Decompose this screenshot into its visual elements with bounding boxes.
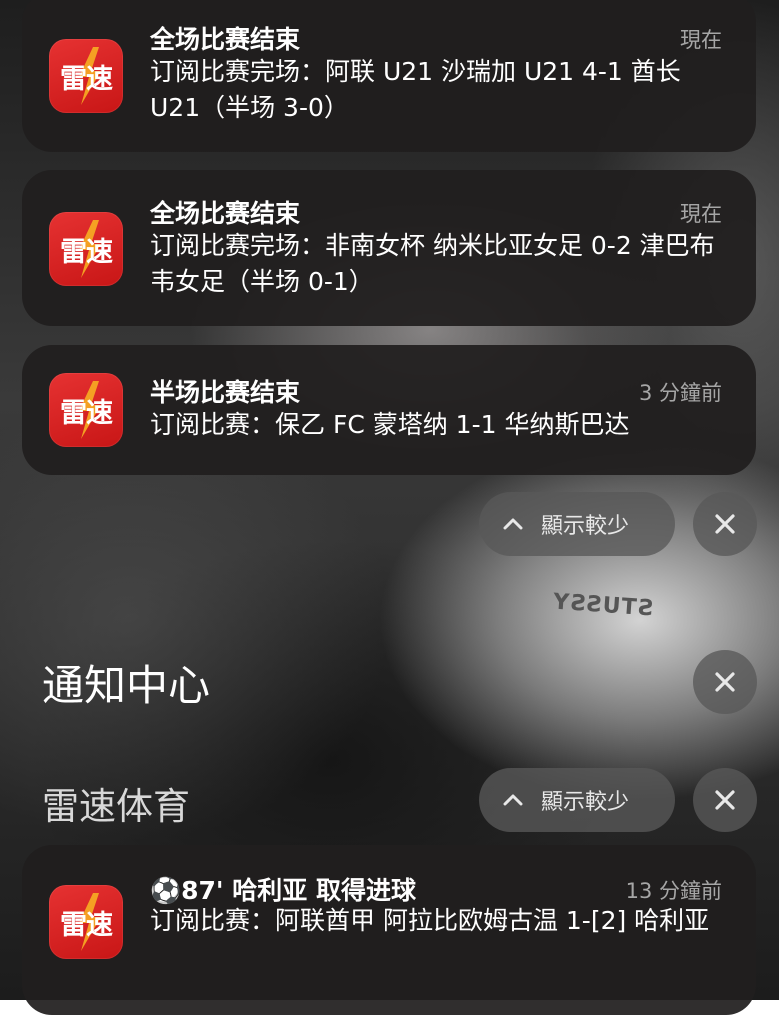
app-icon-label: 雷速 bbox=[60, 236, 113, 268]
leisu-app-icon: 雷速 bbox=[49, 885, 123, 959]
leisu-app-icon: 雷速 bbox=[49, 39, 123, 113]
leisu-app-icon: 雷速 bbox=[49, 212, 123, 286]
notification-time: 現在 bbox=[680, 28, 722, 52]
notification-center-title: 通知中心 bbox=[42, 661, 211, 710]
notification-title: 全场比赛结束 bbox=[150, 25, 301, 54]
show-less-label: 顯示較少 bbox=[541, 514, 630, 539]
app-group-title: 雷速体育 bbox=[42, 785, 190, 828]
app-icon-label: 雷速 bbox=[60, 909, 113, 941]
show-less-label: 顯示較少 bbox=[541, 790, 630, 815]
notification-card[interactable]: 雷速 全场比赛结束 現在 订阅比赛完场：阿联 U21 沙瑞加 U21 4-1 酋… bbox=[22, 0, 756, 152]
show-less-button[interactable]: 顯示較少 bbox=[479, 492, 675, 556]
notification-title: 全场比赛结束 bbox=[150, 199, 301, 228]
notification-body: 订阅比赛完场：阿联 U21 沙瑞加 U21 4-1 酋长 U21（半场 3-0） bbox=[150, 57, 681, 122]
notification-body: 订阅比赛：保乙 FC 蒙塔纳 1-1 华纳斯巴达 bbox=[150, 410, 630, 439]
chevron-up-icon bbox=[503, 518, 523, 530]
notification-time: 3 分鐘前 bbox=[638, 381, 722, 405]
clear-group-button[interactable] bbox=[693, 492, 757, 556]
notification-card[interactable]: 雷速 ⚽87' 哈利亚 取得进球 13 分鐘前 订阅比赛：阿联酋甲 阿拉比欧姆古… bbox=[22, 845, 756, 1015]
notification-title: ⚽87' 哈利亚 取得进球 bbox=[150, 876, 416, 905]
notification-body: 订阅比赛：阿联酋甲 阿拉比欧姆古温 1-[2] 哈利亚 bbox=[150, 906, 710, 935]
notification-body: 订阅比赛完场：非南女杯 纳米比亚女足 0-2 津巴布韦女足（半场 0-1） bbox=[150, 231, 715, 296]
wallpaper-shirt-print: STUSSY bbox=[551, 589, 655, 622]
close-icon bbox=[715, 790, 735, 810]
app-icon-label: 雷速 bbox=[60, 397, 113, 429]
notification-time: 現在 bbox=[680, 202, 722, 226]
notification-time: 13 分鐘前 bbox=[625, 879, 722, 903]
clear-app-group-button[interactable] bbox=[693, 768, 757, 832]
notification-card[interactable]: 雷速 半场比赛结束 3 分鐘前 订阅比赛：保乙 FC 蒙塔纳 1-1 华纳斯巴达 bbox=[22, 345, 756, 475]
close-icon bbox=[715, 672, 735, 692]
app-icon-label: 雷速 bbox=[60, 63, 113, 95]
leisu-app-icon: 雷速 bbox=[49, 373, 123, 447]
notification-card[interactable]: 雷速 全场比赛结束 現在 订阅比赛完场：非南女杯 纳米比亚女足 0-2 津巴布韦… bbox=[22, 170, 756, 326]
clear-all-button[interactable] bbox=[693, 650, 757, 714]
chevron-up-icon bbox=[503, 794, 523, 806]
notification-title: 半场比赛结束 bbox=[150, 378, 301, 407]
close-icon bbox=[715, 514, 735, 534]
show-less-button[interactable]: 顯示較少 bbox=[479, 768, 675, 832]
